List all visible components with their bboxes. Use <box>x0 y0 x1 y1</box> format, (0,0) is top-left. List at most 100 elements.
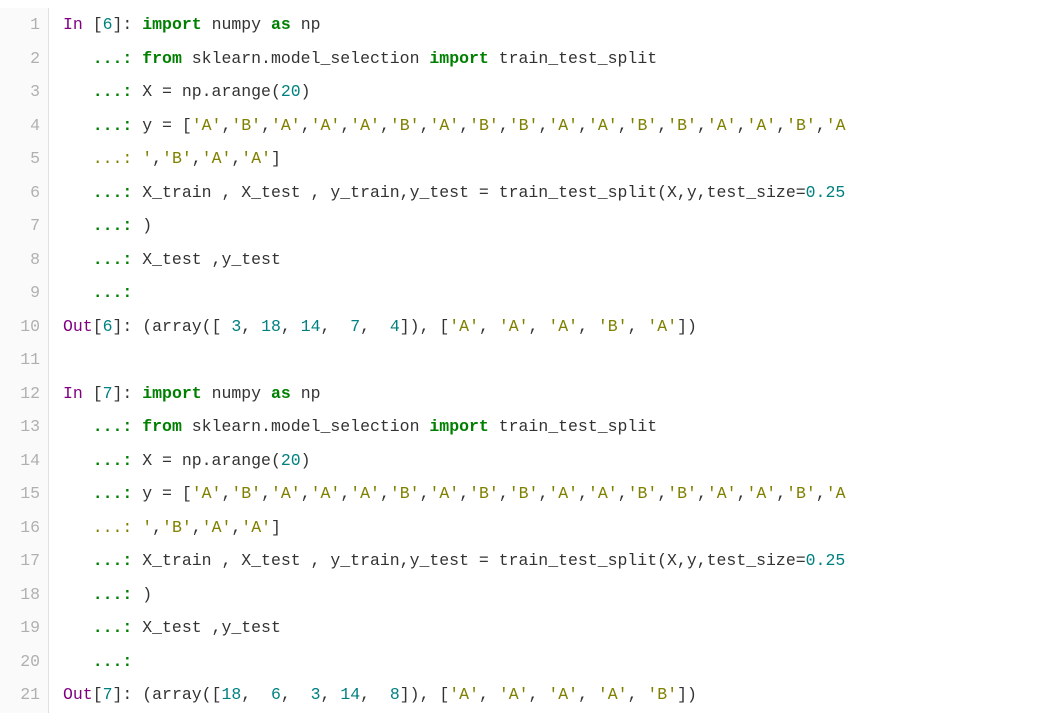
code-token: X_test ,y_test <box>132 618 281 637</box>
code-token: sklearn.model_selection <box>182 49 430 68</box>
code-token: 6 <box>103 15 113 34</box>
code-token: , <box>192 149 202 168</box>
line-number: 19 <box>0 611 40 645</box>
code-token: ]), [ <box>400 317 450 336</box>
code-token: ' <box>142 149 152 168</box>
code-line: ...: X_test ,y_test <box>63 243 1040 277</box>
code-token: , <box>301 116 311 135</box>
code-token: Out <box>63 685 93 704</box>
code-token: 'A' <box>588 484 618 503</box>
code-token: ...: <box>93 216 133 235</box>
code-token: 'A' <box>747 116 777 135</box>
code-token: , <box>578 116 588 135</box>
code-token: 18 <box>261 317 281 336</box>
code-line: Out[7]: (array([18, 6, 3, 14, 8]), ['A',… <box>63 678 1040 712</box>
code-token: Out <box>63 317 93 336</box>
code-line: In [7]: import numpy as np <box>63 377 1040 411</box>
code-line: ...: ) <box>63 209 1040 243</box>
code-token: ...: <box>93 417 133 436</box>
code-token: 'A' <box>192 116 222 135</box>
code-token: , <box>578 685 598 704</box>
code-token: 14 <box>340 685 360 704</box>
code-token: 'B' <box>628 116 658 135</box>
code-token: , <box>261 116 271 135</box>
code-token: np <box>291 15 321 34</box>
line-number: 13 <box>0 410 40 444</box>
code-token: X_train , X_test , y_train,y_test = trai… <box>132 551 805 570</box>
code-line: ...: ','B','A','A'] <box>63 511 1040 545</box>
code-token: 'B' <box>231 116 261 135</box>
code-token: ...: <box>93 49 133 68</box>
code-token: ...: <box>93 585 133 604</box>
code-line: ...: y = ['A','B','A','A','A','B','A','B… <box>63 109 1040 143</box>
code-token: , <box>816 116 826 135</box>
line-number: 7 <box>0 209 40 243</box>
code-token: 'B' <box>628 484 658 503</box>
code-token: 'A' <box>241 518 271 537</box>
code-token: ...: <box>93 518 133 537</box>
code-token: 'B' <box>598 317 628 336</box>
code-token: 'A' <box>202 149 232 168</box>
code-token: , <box>479 685 499 704</box>
code-token: 18 <box>221 685 241 704</box>
code-content[interactable]: In [6]: import numpy as np ...: from skl… <box>49 8 1040 713</box>
code-token: 'A' <box>598 685 628 704</box>
code-token: 'A' <box>449 317 479 336</box>
code-token: 'A' <box>202 518 232 537</box>
line-number: 17 <box>0 544 40 578</box>
code-token: import <box>429 49 488 68</box>
code-token: , <box>360 685 390 704</box>
code-token: 'A' <box>192 484 222 503</box>
code-token: 'A <box>826 484 846 503</box>
code-viewport: 123456789101112131415161718192021 In [6]… <box>0 0 1048 721</box>
code-token: ]: <box>113 384 143 403</box>
code-token: ...: <box>93 82 133 101</box>
code-token: , <box>281 317 301 336</box>
code-token: , <box>529 685 549 704</box>
code-line: ...: <box>63 276 1040 310</box>
code-token: 'A' <box>647 317 677 336</box>
code-token: , <box>301 484 311 503</box>
line-number: 16 <box>0 511 40 545</box>
code-token: 20 <box>281 82 301 101</box>
code-token: 0.25 <box>806 551 846 570</box>
code-token: ]: <box>113 15 143 34</box>
code-block: 123456789101112131415161718192021 In [6]… <box>0 8 1040 713</box>
code-line: ...: ) <box>63 578 1040 612</box>
code-token: , <box>618 116 628 135</box>
line-number: 8 <box>0 243 40 277</box>
code-line <box>63 343 1040 377</box>
code-token <box>63 216 93 235</box>
line-number: 18 <box>0 578 40 612</box>
code-token: 'A' <box>747 484 777 503</box>
code-token: , <box>499 116 509 135</box>
code-line: ...: from sklearn.model_selection import… <box>63 42 1040 76</box>
line-number: 2 <box>0 42 40 76</box>
code-token: , <box>360 317 390 336</box>
line-number-gutter: 123456789101112131415161718192021 <box>0 8 49 713</box>
code-line: In [6]: import numpy as np <box>63 8 1040 42</box>
code-token: 3 <box>231 317 241 336</box>
line-number: 9 <box>0 276 40 310</box>
code-token: 'A' <box>548 484 578 503</box>
code-token: , <box>578 317 598 336</box>
code-token: from <box>142 417 182 436</box>
code-token <box>63 183 93 202</box>
code-token: , <box>697 116 707 135</box>
code-token: ...: <box>93 116 133 135</box>
code-token <box>63 149 93 168</box>
code-token <box>63 116 93 135</box>
code-token: 'A' <box>430 484 460 503</box>
code-token: , <box>221 116 231 135</box>
code-token: ) <box>301 451 311 470</box>
code-token <box>63 551 93 570</box>
code-token: 'A' <box>271 484 301 503</box>
line-number: 10 <box>0 310 40 344</box>
code-token: 'A' <box>707 484 737 503</box>
code-token <box>132 417 142 436</box>
code-token: 'B' <box>162 518 192 537</box>
code-token: , <box>321 685 341 704</box>
code-token: , <box>152 149 162 168</box>
code-token: 4 <box>390 317 400 336</box>
code-token: , <box>776 116 786 135</box>
